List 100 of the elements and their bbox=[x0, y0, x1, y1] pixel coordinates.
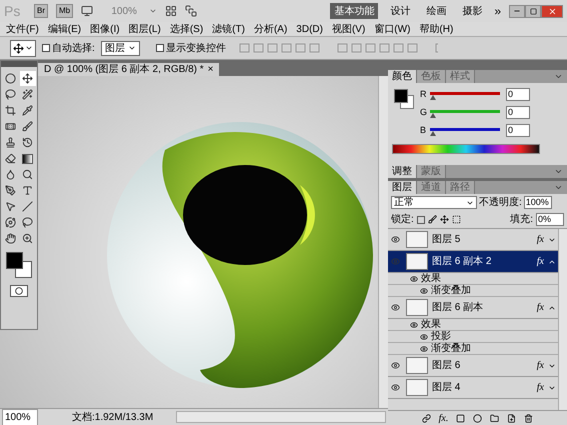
ellipse-icon[interactable] bbox=[2, 71, 18, 86]
panel-tab[interactable]: 颜色 bbox=[388, 70, 417, 83]
zoom-field[interactable]: 100% bbox=[2, 408, 38, 425]
lock-all-icon[interactable] bbox=[452, 215, 461, 224]
workspace-button[interactable]: 摄影 bbox=[458, 3, 486, 19]
fx-label: fx bbox=[536, 359, 544, 373]
eye-icon[interactable] bbox=[420, 344, 428, 352]
workspace-button[interactable]: 基本功能 bbox=[330, 3, 378, 19]
color-slider[interactable] bbox=[430, 108, 500, 118]
slider-thumb[interactable] bbox=[430, 130, 436, 136]
document-tab[interactable]: D @ 100% (图层 6 副本 2, RGB/8) * × bbox=[38, 63, 220, 76]
auto-select-label: 自动选择: bbox=[52, 42, 95, 56]
auto-select-checkbox[interactable] bbox=[42, 44, 50, 52]
gradient-icon[interactable] bbox=[20, 151, 36, 166]
effect-name: 渐变叠加 bbox=[431, 285, 471, 296]
orbit-icon[interactable] bbox=[2, 215, 18, 230]
pen-icon[interactable] bbox=[2, 183, 18, 198]
layer-row[interactable]: 图层 6 fx bbox=[388, 355, 558, 377]
layers-scrollbar[interactable] bbox=[558, 229, 567, 410]
layer-name: 图层 4 bbox=[432, 381, 462, 395]
color-swatches-icon[interactable] bbox=[394, 89, 414, 109]
arrange-icon[interactable] bbox=[165, 5, 178, 17]
hand-icon[interactable] bbox=[2, 231, 18, 246]
document-title: D @ 100% (图层 6 副本 2, RGB/8) * bbox=[44, 63, 204, 76]
show-transform-label: 显示变换控件 bbox=[166, 42, 226, 56]
document-close[interactable]: × bbox=[208, 63, 214, 76]
menu-item[interactable]: 图像(I) bbox=[88, 22, 122, 36]
menu-item[interactable]: 帮助(H) bbox=[417, 22, 456, 36]
view-extras-icon[interactable] bbox=[81, 5, 94, 17]
move-icon[interactable] bbox=[20, 71, 36, 86]
line-icon[interactable] bbox=[20, 199, 36, 214]
mini-bridge-button[interactable]: Mb bbox=[56, 4, 74, 18]
folder-icon[interactable] bbox=[490, 414, 500, 422]
blend-mode-dropdown[interactable]: 正常 bbox=[391, 196, 477, 209]
menu-item[interactable]: 图层(L) bbox=[126, 22, 163, 36]
panel-tab[interactable]: 调整 bbox=[388, 165, 417, 178]
lock-transparency-icon[interactable] bbox=[416, 216, 425, 224]
menu-item[interactable]: 编辑(E) bbox=[46, 22, 84, 36]
trash-icon[interactable] bbox=[524, 414, 534, 422]
color-slider[interactable] bbox=[430, 126, 500, 136]
wand-icon[interactable] bbox=[20, 87, 36, 102]
color-spectrum[interactable] bbox=[392, 144, 540, 154]
fill-field[interactable]: 0% bbox=[536, 213, 564, 226]
layer-thumbnail bbox=[406, 357, 428, 374]
lock-pixels-icon[interactable] bbox=[428, 215, 437, 224]
menu-item[interactable]: 视图(V) bbox=[330, 22, 368, 36]
opacity-field[interactable]: 100% bbox=[524, 196, 552, 209]
app-logo: Ps bbox=[4, 2, 22, 20]
add-style-button[interactable]: fx. bbox=[438, 410, 448, 425]
workspace-button[interactable]: 设计 bbox=[386, 3, 414, 19]
eye-icon[interactable] bbox=[420, 286, 428, 294]
auto-select-dropdown[interactable]: 图层 bbox=[100, 40, 140, 56]
caret-icon[interactable] bbox=[149, 7, 158, 15]
eye-icon[interactable] bbox=[420, 332, 428, 340]
link-icon[interactable] bbox=[422, 414, 431, 422]
color-swatches-icon[interactable] bbox=[6, 252, 32, 279]
layer-row[interactable]: 图层 4 fx bbox=[388, 377, 558, 399]
panel-menu-icon[interactable] bbox=[554, 72, 563, 81]
menu-item[interactable]: 滤镜(T) bbox=[210, 22, 247, 36]
layer-name: 图层 5 bbox=[432, 233, 462, 247]
restore-button[interactable] bbox=[525, 4, 541, 18]
menu-item[interactable]: 3D(D) bbox=[294, 22, 325, 36]
slider-thumb[interactable] bbox=[430, 112, 436, 118]
eye-icon[interactable] bbox=[390, 383, 400, 392]
eraser-icon[interactable] bbox=[2, 151, 18, 166]
quick-mask-button[interactable] bbox=[10, 285, 28, 297]
effects-label: 效果 bbox=[421, 273, 441, 284]
screen-mode-icon[interactable] bbox=[185, 5, 198, 17]
bridge-button[interactable]: Br bbox=[34, 4, 48, 18]
crop-icon[interactable] bbox=[2, 103, 18, 118]
menu-item[interactable]: 分析(A) bbox=[252, 22, 290, 36]
layer-row[interactable]: 图层 6 副本 fx bbox=[388, 297, 558, 319]
eye-icon[interactable] bbox=[410, 320, 418, 328]
eye-icon[interactable] bbox=[390, 235, 400, 244]
layer-row[interactable]: 图层 6 副本 2 fx bbox=[388, 251, 558, 273]
eye-icon[interactable] bbox=[390, 361, 400, 370]
menu-item[interactable]: 窗口(W) bbox=[372, 22, 412, 36]
channel-value-field[interactable]: 0 bbox=[506, 106, 530, 119]
panel-tab[interactable]: 图层 bbox=[388, 181, 417, 194]
brush-icon[interactable] bbox=[20, 119, 36, 134]
adjustment-icon[interactable] bbox=[473, 414, 482, 422]
menu-item[interactable]: 文件(F) bbox=[4, 22, 41, 36]
show-transform-checkbox[interactable] bbox=[156, 44, 164, 52]
slider-thumb[interactable] bbox=[430, 94, 436, 100]
menu-item[interactable]: 选择(S) bbox=[168, 22, 206, 36]
tool-preset-picker[interactable] bbox=[10, 40, 36, 56]
lasso-icon[interactable] bbox=[2, 87, 18, 102]
channel-value-field[interactable]: 0 bbox=[506, 88, 530, 101]
workspace-button[interactable]: 绘画 bbox=[422, 3, 450, 19]
more-workspaces[interactable]: » bbox=[494, 2, 501, 20]
eye-icon[interactable] bbox=[410, 274, 418, 282]
add-mask-icon[interactable] bbox=[456, 414, 466, 422]
color-slider[interactable] bbox=[430, 90, 500, 100]
new-layer-icon[interactable] bbox=[507, 414, 516, 422]
lock-position-icon[interactable] bbox=[440, 215, 449, 224]
channel-value-field[interactable]: 0 bbox=[506, 124, 530, 137]
vertical-scrollbar[interactable] bbox=[378, 76, 388, 408]
eye-icon[interactable] bbox=[390, 303, 400, 312]
minimize-button[interactable] bbox=[509, 4, 525, 18]
horizontal-scrollbar[interactable] bbox=[176, 411, 386, 423]
